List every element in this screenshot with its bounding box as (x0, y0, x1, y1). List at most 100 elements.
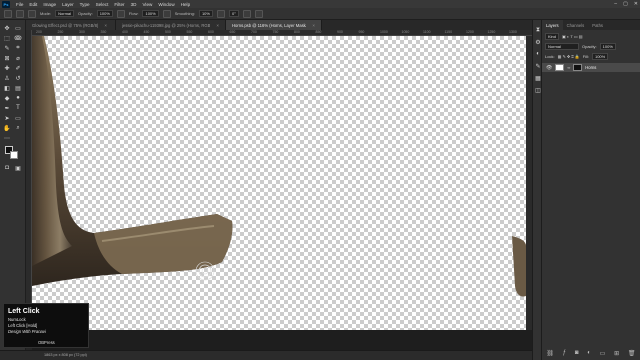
brush-preset-icon[interactable] (28, 9, 36, 18)
hand-tool-icon[interactable]: ✋ (2, 124, 12, 132)
menu-filter[interactable]: Filter (111, 2, 127, 7)
home-icon[interactable] (4, 9, 12, 18)
menu-window[interactable]: Window (155, 2, 177, 7)
blend-mode-select[interactable]: Normal (545, 43, 579, 50)
path-select-tool-icon[interactable]: ➤ (2, 114, 12, 122)
ruler-tick-label: 450 (143, 30, 150, 34)
airbrush-icon[interactable] (162, 9, 171, 18)
minimize-icon[interactable]: – (614, 1, 617, 7)
window-controls: – ▢ ✕ (614, 0, 638, 8)
color-panel-icon[interactable]: ▦ (534, 74, 542, 82)
properties-panel-icon[interactable]: ⚙ (534, 38, 542, 46)
tab-paths[interactable]: Paths (588, 20, 607, 30)
photoshop-logo-icon[interactable]: Ps (2, 0, 10, 8)
symmetry-icon[interactable] (254, 9, 263, 18)
adjustments-panel-icon[interactable]: ◐ (534, 50, 542, 58)
close-tab-icon[interactable]: × (216, 23, 219, 28)
fx-icon[interactable]: ƒ (563, 350, 566, 356)
brushes-panel-icon[interactable]: ✎ (534, 62, 542, 70)
edit-toolbar-icon[interactable]: ⋯ (2, 134, 12, 142)
artboard-tool-icon[interactable]: ▭ (13, 24, 23, 32)
horizontal-scrollbar[interactable] (32, 330, 532, 350)
smoothing-field[interactable]: 10% (198, 10, 213, 17)
menu-image[interactable]: Image (40, 2, 59, 7)
maximize-icon[interactable]: ▢ (623, 1, 628, 7)
document-tabs: Glowing Effect.psd @ 75% (RGB/8) × jessi… (26, 20, 532, 30)
ruler-tick-label: 1300 (509, 30, 517, 34)
menu-layer[interactable]: Layer (59, 2, 77, 7)
menu-edit[interactable]: Edit (26, 2, 40, 7)
type-tool-icon[interactable]: T (13, 104, 23, 112)
screen-mode-icon[interactable]: ▣ (13, 164, 23, 172)
tab-channels[interactable]: Channels (563, 20, 589, 30)
close-icon[interactable]: ✕ (634, 1, 638, 7)
menu-type[interactable]: Type (77, 2, 93, 7)
layer-mask-thumbnail[interactable] (573, 64, 583, 71)
layer-name[interactable]: Horns (585, 65, 596, 70)
close-tab-icon[interactable]: × (104, 23, 107, 28)
move-tool-icon[interactable]: ✥ (2, 24, 12, 32)
quick-mask-icon[interactable]: ◘ (2, 164, 12, 172)
ruler-tick-label: 700 (251, 30, 257, 34)
marquee-tool-icon[interactable]: ⬚ (2, 34, 12, 42)
adjustment-layer-icon[interactable]: ◐ (587, 350, 591, 356)
blur-tool-icon[interactable]: ◆ (2, 94, 12, 102)
link-layers-icon[interactable]: ⛓ (546, 350, 554, 357)
healing-brush-tool-icon[interactable]: ✚ (2, 64, 12, 72)
tab-glowing-effect[interactable]: Glowing Effect.psd @ 75% (RGB/8) × (26, 20, 116, 30)
layer-opacity-field[interactable]: 100% (599, 43, 616, 50)
ruler-tick-label: 1150 (444, 30, 453, 34)
pen-tool-icon[interactable]: ✒ (2, 104, 12, 112)
clone-stamp-tool-icon[interactable]: ♙ (2, 74, 12, 82)
close-tab-icon[interactable]: × (312, 23, 315, 28)
ruler-tick-label: 1000 (380, 30, 388, 34)
kind-filter-select[interactable]: Kind (545, 33, 560, 40)
filter-icons[interactable]: ▣ ◐ T ▭ ▤ (562, 34, 583, 39)
add-mask-icon[interactable]: ◙ (575, 350, 579, 356)
pressure-opacity-icon[interactable] (116, 9, 125, 18)
menu-view[interactable]: View (139, 2, 155, 7)
opacity-field[interactable]: 100% (96, 10, 113, 17)
history-panel-icon[interactable]: ⧗ (534, 26, 542, 34)
background-color-swatch[interactable] (10, 151, 18, 159)
document-size-text[interactable]: 1863 px x 808 px (72 ppi) (44, 353, 87, 357)
smoothing-settings-icon[interactable] (216, 9, 225, 18)
new-layer-icon[interactable]: ⊞ (614, 350, 619, 357)
group-icon[interactable]: ▭ (600, 350, 606, 357)
menu-help[interactable]: Help (178, 2, 193, 7)
layer-row-horns[interactable]: 👁 ∞ Horns (542, 63, 640, 72)
lock-icons[interactable]: ▦ ✎ ✥ ⌗ 🔒 (558, 54, 580, 59)
tab-layers[interactable]: Layers (542, 20, 563, 30)
canvas-area[interactable] (32, 36, 532, 330)
gradient-tool-icon[interactable]: ▤ (13, 84, 23, 92)
delete-layer-icon[interactable]: 🗑 (628, 350, 636, 357)
flow-field[interactable]: 100% (142, 10, 159, 17)
quick-select-tool-icon[interactable]: ✎ (2, 44, 12, 52)
crop-tool-icon[interactable]: ⌗ (13, 44, 23, 52)
visibility-eye-icon[interactable]: 👁 (546, 65, 552, 71)
menu-3d[interactable]: 3D (128, 2, 140, 7)
layer-fill-field[interactable]: 100% (591, 53, 609, 60)
layer-thumbnail[interactable] (555, 64, 565, 71)
brush-tool-icon[interactable]: ✐ (13, 64, 23, 72)
swatches-panel-icon[interactable]: ◫ (534, 86, 542, 94)
options-bar: Mode: Normal Opacity: 100% Flow: 100% Sm… (0, 8, 640, 20)
brush-tool-icon[interactable] (16, 9, 24, 18)
eyedropper-tool-icon[interactable]: ⌀ (13, 54, 23, 62)
tab-jessie-pikachu[interactable]: jessie-pikachu-119398.jpg @ 25% (Horns, … (116, 20, 226, 30)
angle-field[interactable]: 0° (228, 10, 239, 17)
link-icon: ∞ (567, 65, 571, 70)
shape-tool-icon[interactable]: ▭ (13, 114, 23, 122)
mode-select[interactable]: Normal (55, 10, 75, 17)
lasso-tool-icon[interactable]: ↂ (13, 34, 23, 42)
menu-select[interactable]: Select (93, 2, 112, 7)
pressure-size-icon[interactable] (242, 9, 251, 18)
history-brush-tool-icon[interactable]: ↺ (13, 74, 23, 82)
frame-tool-icon[interactable]: ⊠ (2, 54, 12, 62)
dodge-tool-icon[interactable]: ● (13, 94, 23, 102)
zoom-tool-icon[interactable]: ⌕ (13, 124, 23, 132)
tab-horns[interactable]: Horns.psb @ 116% (Horns, Layer Mask/8) × (226, 20, 322, 30)
horn-image[interactable] (32, 36, 526, 330)
eraser-tool-icon[interactable]: ◧ (2, 84, 12, 92)
menu-file[interactable]: File (13, 2, 26, 7)
